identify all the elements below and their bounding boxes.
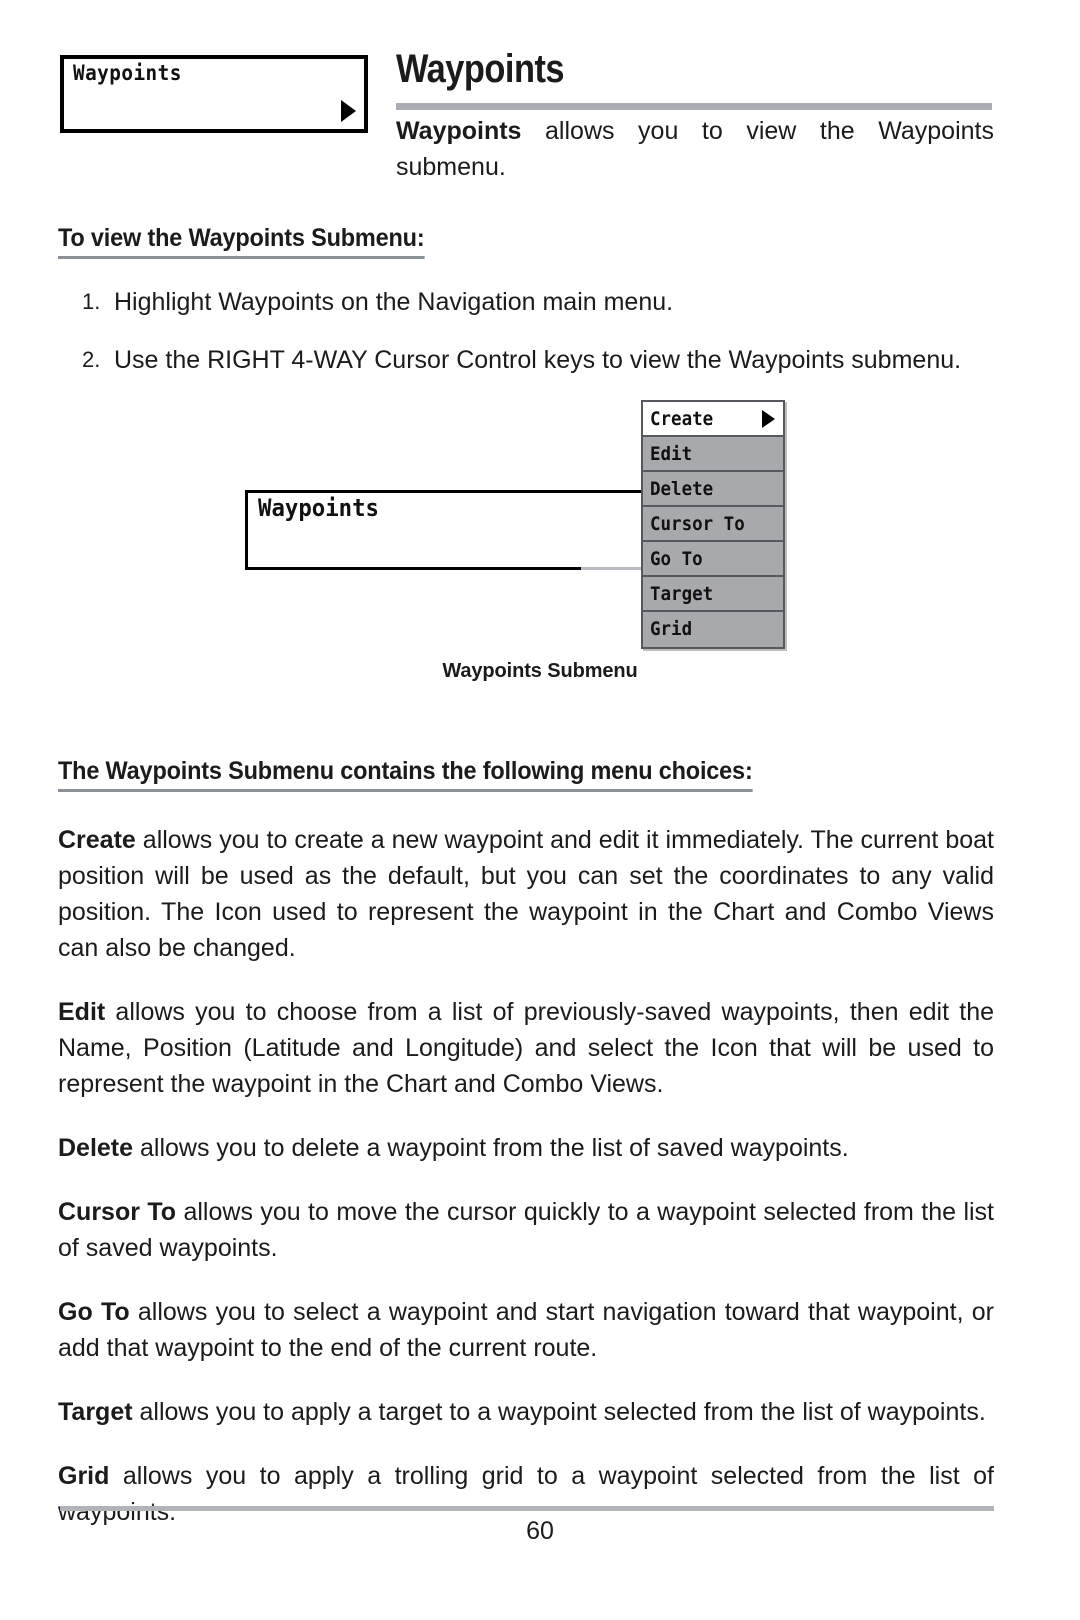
- submenu-item-label: Create: [650, 408, 714, 430]
- step-number: 2.: [82, 347, 101, 372]
- step-text: Use the RIGHT 4-WAY Cursor Control keys …: [114, 346, 962, 374]
- diagram-box-label: Waypoints: [258, 494, 379, 522]
- submenu-item-delete[interactable]: Delete: [643, 472, 783, 507]
- submenu-item-label: Go To: [650, 548, 703, 570]
- page-number: 60: [526, 1517, 554, 1545]
- choices-section: The Waypoints Submenu contains the follo…: [58, 757, 994, 1558]
- step-number: 1.: [82, 289, 101, 314]
- lcd-menu-label: Waypoints: [73, 61, 182, 85]
- choice-term: Delete: [58, 1134, 134, 1162]
- step-text: Highlight Waypoints on the Navigation ma…: [114, 288, 674, 316]
- choice-go-to: Go To allows you to select a waypoint an…: [58, 1294, 994, 1366]
- choice-create: Create allows you to create a new waypoi…: [58, 822, 994, 966]
- submenu-item-cursor-to[interactable]: Cursor To: [643, 507, 783, 542]
- choice-edit: Edit allows you to choose from a list of…: [58, 994, 994, 1102]
- choice-text: allows you to move the cursor quickly to…: [58, 1198, 994, 1262]
- choice-delete: Delete allows you to delete a waypoint f…: [58, 1130, 994, 1166]
- choice-term: Edit: [58, 998, 106, 1026]
- intro-term: Waypoints: [396, 117, 522, 145]
- diagram-caption: Waypoints Submenu: [442, 660, 638, 682]
- submenu-item-label: Grid: [650, 618, 693, 640]
- page-title: Waypoints: [396, 47, 565, 91]
- list-item: 2. Use the RIGHT 4-WAY Cursor Control ke…: [58, 343, 994, 377]
- submenu-item-label: Target: [650, 583, 714, 605]
- procedure-steps: 1. Highlight Waypoints on the Navigation…: [58, 285, 994, 377]
- choice-target: Target allows you to apply a target to a…: [58, 1394, 994, 1430]
- submenu-item-target[interactable]: Target: [643, 577, 783, 612]
- procedure-section: To view the Waypoints Submenu: 1. Highli…: [58, 224, 994, 401]
- submenu-item-label: Edit: [650, 443, 693, 465]
- choice-text: allows you to choose from a list of prev…: [58, 998, 994, 1098]
- choice-term: Cursor To: [58, 1198, 177, 1226]
- submenu-item-label: Cursor To: [650, 513, 745, 535]
- choice-cursor-to: Cursor To allows you to move the cursor …: [58, 1194, 994, 1266]
- submenu-item-edit[interactable]: Edit: [643, 437, 783, 472]
- diagram-menu-box: Waypoints: [245, 490, 581, 570]
- page-header: Waypoints Waypoints Waypoints allows you…: [0, 0, 1080, 181]
- manual-page: Waypoints Waypoints Waypoints allows you…: [0, 0, 1080, 1620]
- choice-term: Grid: [58, 1462, 110, 1490]
- submenu-item-grid[interactable]: Grid: [643, 612, 783, 647]
- submenu-item-create[interactable]: Create: [643, 402, 783, 437]
- choice-text: allows you to apply a target to a waypoi…: [132, 1398, 986, 1426]
- right-triangle-icon: [762, 409, 775, 428]
- choice-term: Create: [58, 826, 136, 854]
- waypoints-submenu[interactable]: Create Edit Delete Cursor To Go To Targe…: [641, 400, 785, 649]
- submenu-item-go-to[interactable]: Go To: [643, 542, 783, 577]
- submenu-item-label: Delete: [650, 478, 714, 500]
- list-item: 1. Highlight Waypoints on the Navigation…: [58, 285, 994, 319]
- footer-divider: [60, 1506, 994, 1511]
- lcd-menu-callout: Waypoints: [60, 55, 368, 133]
- choice-text: allows you to create a new waypoint and …: [58, 826, 994, 962]
- right-triangle-icon: [341, 100, 356, 122]
- choices-heading: The Waypoints Submenu contains the follo…: [58, 757, 753, 792]
- choice-term: Go To: [58, 1298, 130, 1326]
- choice-text: allows you to delete a waypoint from the…: [133, 1134, 849, 1162]
- procedure-heading: To view the Waypoints Submenu:: [58, 224, 425, 259]
- choice-text: allows you to select a waypoint and star…: [58, 1298, 994, 1362]
- title-divider: [396, 103, 992, 110]
- choice-term: Target: [58, 1398, 133, 1426]
- intro-paragraph: Waypoints allows you to view the Waypoin…: [396, 113, 994, 185]
